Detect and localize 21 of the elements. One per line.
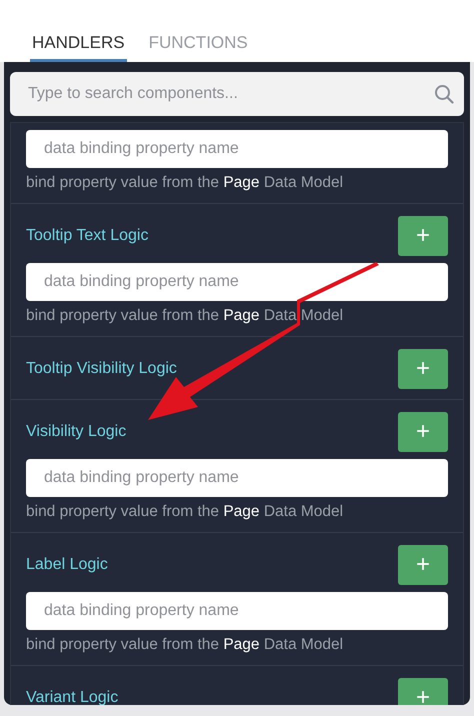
section-title: Visibility Logic <box>26 423 126 441</box>
tab[interactable]: FUNCTIONS <box>146 33 250 62</box>
hint-text: bind property value from the Page Data Model <box>26 502 344 522</box>
hint-text: bind property value from the Page Data Model <box>26 306 344 326</box>
add-button[interactable]: + <box>398 545 448 585</box>
binding-field[interactable]: data binding property name <box>26 592 448 630</box>
section-title: Tooltip Text Logic <box>26 227 148 245</box>
section-title: Variant Logic <box>26 689 118 705</box>
binding-field[interactable]: data binding property name <box>26 263 448 301</box>
section-title: Tooltip Visibility Logic <box>26 360 177 378</box>
search-icon <box>434 84 454 104</box>
add-button[interactable]: + <box>398 216 448 256</box>
add-button[interactable]: + <box>398 349 448 389</box>
section-title: Label Logic <box>26 556 108 574</box>
hint-text: bind property value from the Page Data Model <box>26 635 344 655</box>
add-button[interactable]: + <box>398 412 448 452</box>
search-field[interactable]: Type to search components... <box>10 72 464 116</box>
binding-field[interactable]: data binding property name <box>26 459 448 497</box>
hint-text: bind property value from the Page Data Model <box>26 173 344 193</box>
add-button[interactable]: + <box>398 678 448 705</box>
binding-field[interactable]: data binding property name <box>26 130 448 168</box>
